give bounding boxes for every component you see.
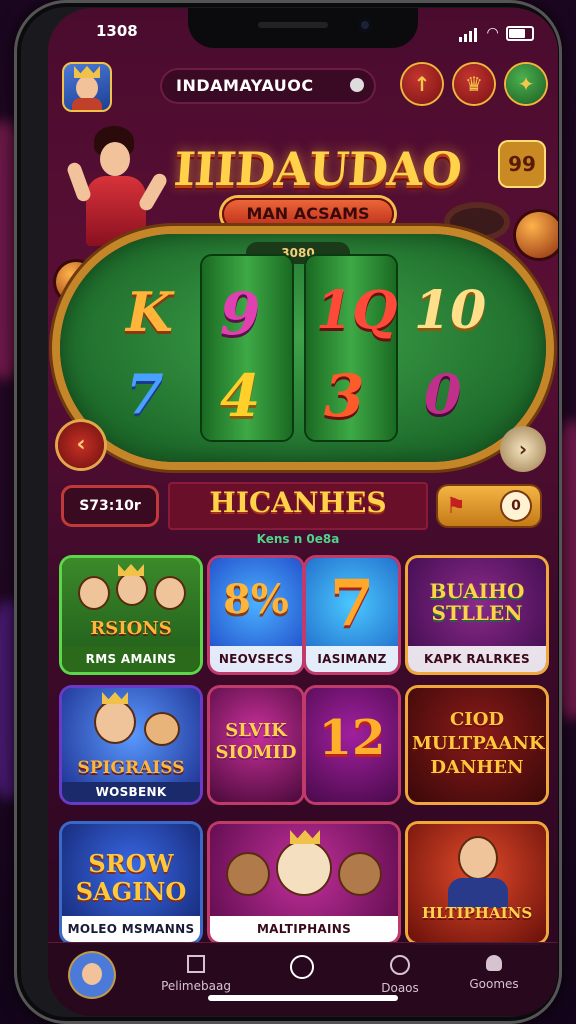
gift-icon: ✦: [517, 72, 535, 96]
game-title: SLVIK SIOMID: [215, 720, 297, 763]
game-caption: NEOVSECS: [210, 646, 302, 672]
coin-icon: [516, 212, 558, 258]
hero-subtitle-button[interactable]: MAN ACSAMS: [222, 198, 394, 230]
search-input[interactable]: INDAMAYAUOC: [160, 68, 376, 104]
game-title: 7: [329, 566, 375, 641]
search-icon[interactable]: [350, 78, 364, 92]
app-screen: 1308 ◠ INDAMAYAUOC ↑ ♛ ✦ IIIDAUDAO MAN A…: [48, 8, 558, 1016]
prev-button[interactable]: ‹: [58, 422, 104, 468]
square-icon: [187, 955, 205, 973]
balance-badge[interactable]: S73:10r: [64, 488, 156, 524]
game-card[interactable]: CIOD MULTPAANK DANHEN: [408, 688, 546, 802]
trophy-icon: ♛: [465, 72, 483, 96]
home-icon: [290, 955, 314, 979]
game-card[interactable]: 12: [306, 688, 398, 802]
game-card[interactable]: BUAIHO STLLEN KAPK RALRKES: [408, 558, 546, 672]
chevron-right-icon: ›: [518, 437, 528, 461]
bottom-nav: Pelimebaag Doaos Goomes: [48, 942, 558, 1016]
nav-item[interactable]: Doaos: [350, 951, 450, 995]
next-button[interactable]: ›: [500, 426, 546, 472]
top-bar: INDAMAYAUOC ↑ ♛ ✦: [48, 58, 558, 114]
reel-symbol: 3: [324, 362, 365, 430]
banner-title: HICANHES: [209, 486, 387, 519]
reel-symbol: 0: [424, 362, 462, 426]
nav-label: Doaos: [381, 981, 419, 995]
game-caption: MALTIPHAINS: [210, 916, 398, 942]
nav-item[interactable]: Pelimebaag: [146, 951, 246, 993]
game-card[interactable]: 7 IASIMANZ: [306, 558, 398, 672]
chevron-left-icon: ‹: [76, 432, 86, 457]
status-time: 1308: [96, 22, 138, 40]
gift-button[interactable]: ✦: [506, 64, 546, 104]
status-icons: ◠: [459, 24, 534, 42]
battery-icon: [506, 25, 534, 41]
promo-banner[interactable]: HICANHES Kens n 0e8a: [168, 482, 428, 546]
reel-symbol: 10: [414, 280, 487, 341]
game-card[interactable]: HLTIPHAINS: [408, 824, 546, 942]
home-indicator: [208, 995, 398, 1001]
game-caption: MOLEO MSMANNS: [62, 916, 200, 942]
game-title: 12: [318, 710, 386, 766]
phone-frame: 1308 ◠ INDAMAYAUOC ↑ ♛ ✦ IIIDAUDAO MAN A…: [14, 0, 562, 1024]
nav-label: Pelimebaag: [161, 979, 231, 993]
corner-badge[interactable]: 99: [500, 142, 544, 186]
flag-icon: ⚑: [446, 494, 466, 519]
up-arrow-button[interactable]: ↑: [402, 64, 442, 104]
game-card[interactable]: SLVIK SIOMID: [210, 688, 302, 802]
toggle-knob: 0: [502, 492, 530, 520]
toggle-control[interactable]: ⚑ 0: [438, 486, 540, 526]
game-title: RSIONS: [90, 618, 172, 639]
game-title: SROW SAGINO: [75, 849, 187, 906]
signal-icon: [459, 24, 479, 42]
game-card[interactable]: RSIONS RMS AMAINS: [62, 558, 200, 672]
up-arrow-icon: ↑: [413, 72, 431, 96]
reel-3: 1Q 3: [306, 256, 398, 440]
reel-symbol: 4: [220, 362, 261, 430]
avatar[interactable]: [62, 62, 112, 112]
game-caption: HLTIPHAINS: [421, 904, 533, 922]
trophy-button[interactable]: ♛: [454, 64, 494, 104]
reel-symbol: K: [126, 280, 173, 344]
game-caption: KAPK RALRKES: [408, 646, 546, 672]
game-caption: WOSBENK: [62, 782, 200, 802]
reel-2: 9 4: [202, 256, 292, 440]
nav-label: Goomes: [469, 977, 519, 991]
reel-4: 10 0: [408, 256, 498, 440]
game-title: SPIGRAISS: [77, 758, 185, 778]
info-row: S73:10r HICANHES Kens n 0e8a ⚑ 0: [48, 478, 558, 546]
clock-icon: [390, 955, 410, 975]
game-caption: RMS AMAINS: [62, 646, 200, 672]
game-title: BUAIHO STLLEN: [429, 579, 525, 625]
game-caption: IASIMANZ: [306, 646, 398, 672]
game-card[interactable]: MALTIPHAINS: [210, 824, 398, 942]
game-title: CIOD MULTPAANK DANHEN: [412, 709, 545, 778]
nav-profile[interactable]: [70, 953, 114, 997]
reel-symbol: 9: [220, 280, 261, 348]
reel-1: K 7: [108, 256, 198, 440]
hero-section: IIIDAUDAO MAN ACSAMS 99 3080 K 7 9 4 1Q …: [48, 116, 558, 476]
status-bar: 1308 ◠: [48, 22, 558, 46]
reel-symbol: 1Q: [316, 280, 398, 341]
search-text: INDAMAYAUOC: [176, 76, 314, 95]
nav-home[interactable]: [252, 951, 352, 985]
game-card[interactable]: SROW SAGINO MOLEO MSMANNS: [62, 824, 200, 942]
wifi-icon: ◠: [487, 25, 498, 41]
hero-title: IIIDAUDAO: [172, 142, 463, 196]
game-card[interactable]: 8% NEOVSECS: [210, 558, 302, 672]
game-title: 8%: [223, 576, 289, 623]
game-card[interactable]: SPIGRAISS WOSBENK: [62, 688, 200, 802]
reel-symbol: 7: [126, 362, 164, 426]
person-icon: [486, 955, 502, 971]
nav-item[interactable]: Goomes: [444, 951, 544, 991]
banner-subtitle: Kens n 0e8a: [256, 532, 340, 546]
